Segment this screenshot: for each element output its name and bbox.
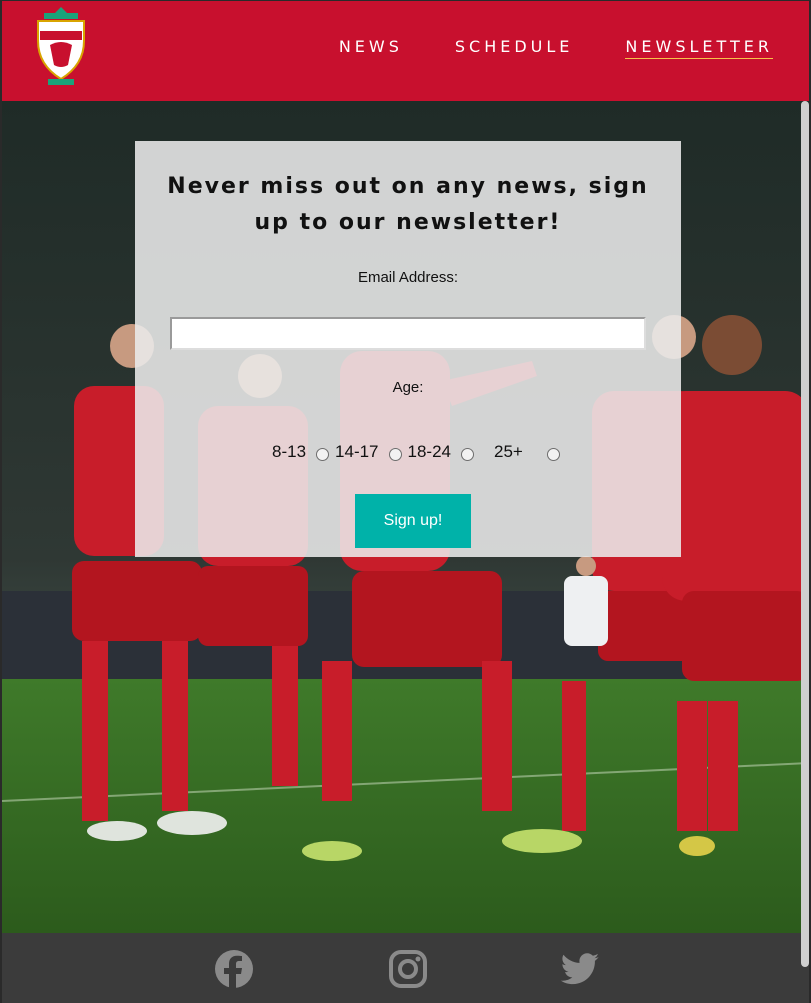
nav-link-news[interactable]: NEWS [339, 37, 403, 59]
age-option-label: 18-24 [407, 442, 451, 461]
age-radio-25-plus[interactable] [546, 447, 560, 461]
nav-link-newsletter[interactable]: NEWSLETTER [625, 37, 773, 59]
age-option-8-13: 8-13 [272, 442, 330, 462]
age-option-18-24: 18-24 [408, 442, 488, 462]
age-option-14-17: 14-17 [335, 442, 402, 462]
age-option-label: 25+ [494, 442, 523, 461]
site-header: NEWS SCHEDULE NEWSLETTER [2, 1, 809, 101]
twitter-icon[interactable] [560, 949, 600, 989]
age-radio-18-24[interactable] [461, 447, 474, 461]
age-option-label: 14-17 [335, 442, 379, 461]
newsletter-title: Never miss out on any news, sign up to o… [167, 174, 649, 235]
age-radio-14-17[interactable] [388, 447, 402, 461]
age-label: Age: [392, 379, 424, 396]
age-radio-group: 8-13 14-17 18-24 25+ [272, 440, 566, 464]
nav-link-schedule[interactable]: SCHEDULE [455, 37, 574, 59]
newsletter-card: Never miss out on any news, sign up to o… [135, 141, 681, 557]
page-scrollbar[interactable] [801, 101, 809, 967]
email-label: Email Address: [357, 269, 459, 286]
signup-button[interactable]: Sign up! [355, 494, 471, 548]
age-option-label: 8-13 [272, 442, 307, 461]
age-radio-8-13[interactable] [316, 447, 330, 461]
page: NEWS SCHEDULE NEWSLETTER Never miss out … [2, 1, 809, 1003]
age-option-25-plus: 25+ [494, 442, 560, 462]
instagram-icon[interactable] [388, 949, 428, 989]
site-footer [2, 933, 809, 1003]
facebook-icon[interactable] [214, 949, 254, 989]
email-input[interactable] [170, 317, 646, 350]
main-nav: NEWS SCHEDULE NEWSLETTER [339, 37, 773, 59]
liverpool-crest-logo[interactable] [30, 5, 92, 89]
